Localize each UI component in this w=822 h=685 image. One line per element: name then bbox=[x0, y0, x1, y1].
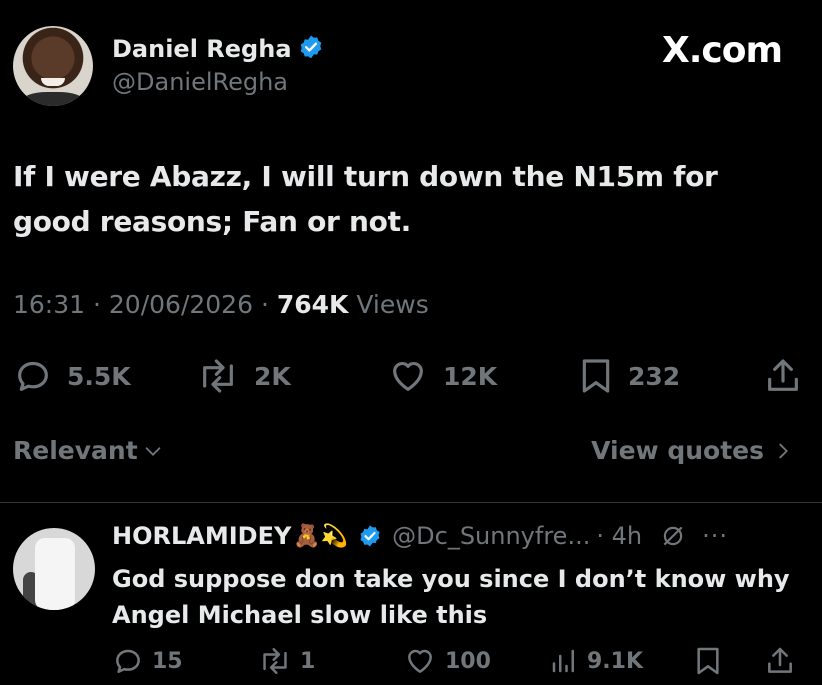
reply-time[interactable]: · 4h bbox=[596, 522, 642, 550]
author-handle[interactable]: @DanielRegha bbox=[112, 68, 288, 96]
reply-icon bbox=[116, 649, 140, 673]
share-icon bbox=[768, 647, 792, 673]
post-meta: 16:31 · 20/06/2026 · 764K Views bbox=[13, 290, 429, 319]
reply-views-count: 9.1K bbox=[587, 648, 644, 674]
reply-button[interactable]: 5.5K bbox=[13, 356, 131, 396]
share-button[interactable] bbox=[762, 356, 818, 396]
reply-reply-button[interactable]: 15 bbox=[112, 645, 183, 677]
verified-badge-icon bbox=[358, 524, 382, 548]
avatar-detail bbox=[35, 538, 75, 610]
reply-icon bbox=[18, 361, 48, 391]
heart-icon bbox=[408, 649, 432, 673]
repost-icon bbox=[263, 647, 287, 675]
chevron-down-icon bbox=[145, 446, 160, 456]
reply-like-count: 100 bbox=[445, 648, 491, 674]
meta-separator: · bbox=[93, 290, 101, 319]
repost-count: 2K bbox=[254, 361, 291, 391]
reply-like-button[interactable]: 100 bbox=[403, 645, 491, 677]
avatar-detail bbox=[23, 92, 83, 106]
reply-repost-count: 1 bbox=[300, 648, 316, 674]
chevron-right-icon bbox=[779, 443, 788, 458]
repost-icon bbox=[203, 359, 233, 393]
post-text: If I were Abazz, I will turn down the N1… bbox=[13, 160, 718, 238]
post-date[interactable]: 20/06/2026 bbox=[109, 290, 253, 319]
reply-bookmark-button[interactable] bbox=[694, 645, 730, 677]
reply-author-emoji: 🧸💫 bbox=[293, 523, 349, 549]
like-count: 12K bbox=[443, 361, 498, 391]
heart-icon bbox=[393, 361, 423, 391]
sort-label: Relevant bbox=[13, 436, 138, 465]
reply-count: 5.5K bbox=[67, 361, 131, 391]
bookmark-icon bbox=[697, 647, 719, 675]
author-name[interactable]: Daniel Regha bbox=[112, 34, 324, 66]
reply-text: God suppose don take you since I don’t k… bbox=[112, 565, 790, 629]
more-options-button[interactable]: ··· bbox=[702, 522, 728, 550]
reply-reply-count: 15 bbox=[152, 648, 183, 674]
reply-avatar[interactable] bbox=[13, 528, 95, 610]
views-count: 764K bbox=[276, 290, 349, 319]
sort-dropdown[interactable]: Relevant bbox=[13, 436, 164, 465]
reply-views-button[interactable]: 9.1K bbox=[549, 645, 643, 677]
reply-share-button[interactable] bbox=[764, 645, 804, 677]
site-logo: X.com bbox=[661, 30, 783, 71]
views-chart-icon bbox=[552, 649, 574, 673]
views-label: Views bbox=[356, 290, 429, 319]
divider bbox=[0, 502, 822, 503]
author-avatar[interactable] bbox=[13, 26, 93, 106]
share-icon bbox=[768, 359, 798, 391]
reply-handle[interactable]: @Dc_Sunnyfre... bbox=[392, 522, 590, 550]
avatar-detail bbox=[41, 78, 65, 86]
author-name-text[interactable]: Daniel Regha bbox=[112, 35, 292, 63]
meta-separator: · bbox=[260, 290, 269, 319]
reply-author-name[interactable]: HORLAMIDEY bbox=[112, 522, 291, 550]
bookmark-button[interactable]: 232 bbox=[578, 356, 680, 396]
grok-icon[interactable] bbox=[660, 523, 686, 549]
reply-repost-button[interactable]: 1 bbox=[258, 645, 315, 677]
reply-header: HORLAMIDEY 🧸💫 @Dc_Sunnyfre... · 4h ··· bbox=[112, 522, 728, 550]
post-time[interactable]: 16:31 bbox=[13, 290, 85, 319]
bookmark-count: 232 bbox=[628, 361, 681, 391]
repost-button[interactable]: 2K bbox=[196, 356, 291, 396]
view-quotes-link[interactable]: View quotes bbox=[591, 436, 794, 465]
verified-badge-icon bbox=[298, 34, 324, 66]
view-quotes-label: View quotes bbox=[591, 436, 764, 465]
like-button[interactable]: 12K bbox=[387, 356, 497, 396]
bookmark-icon bbox=[582, 359, 610, 393]
